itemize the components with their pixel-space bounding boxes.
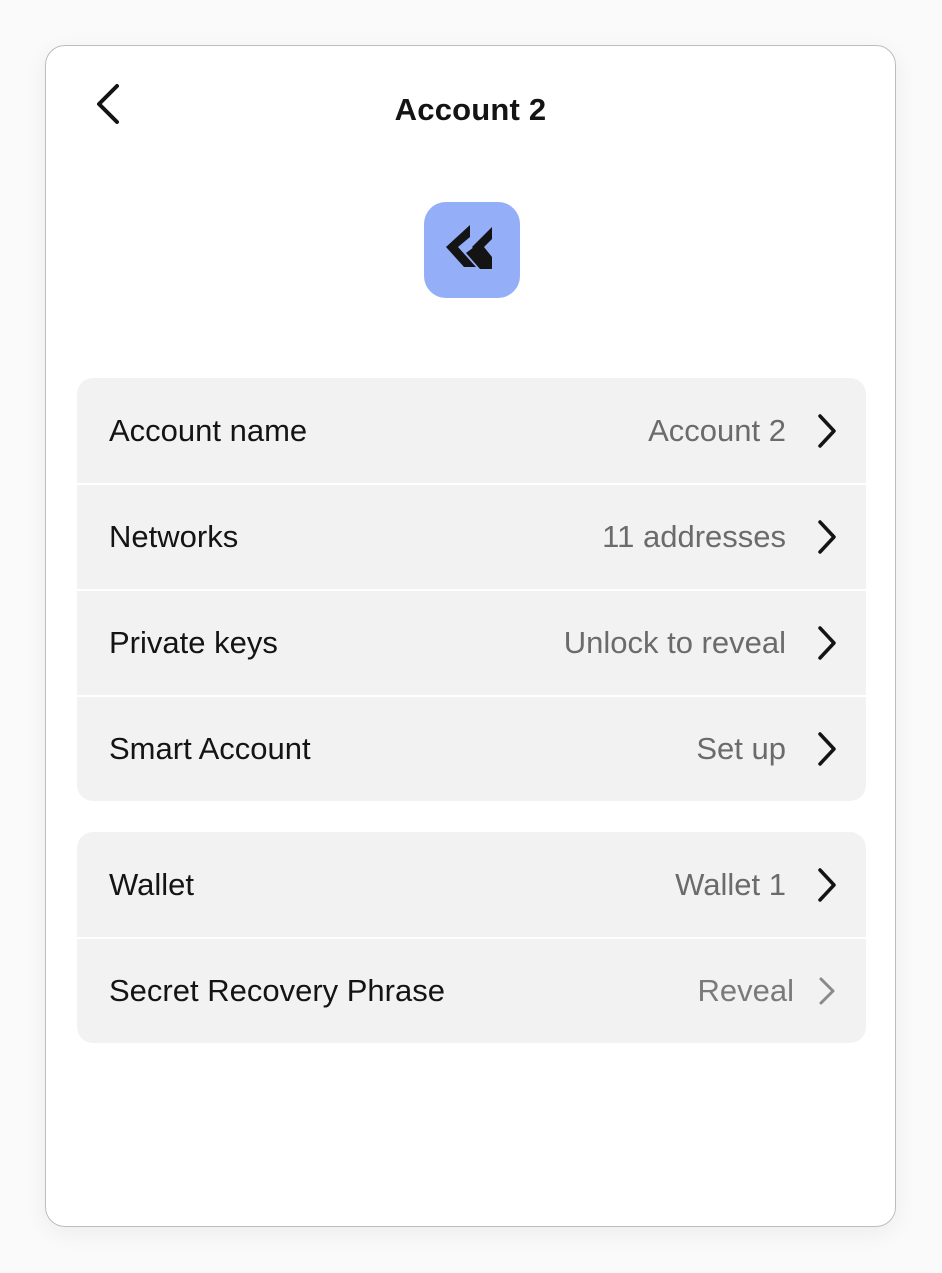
row-value: Unlock to reveal	[563, 625, 786, 660]
page-title: Account 2	[394, 92, 547, 127]
account-details-panel: Account 2 Account name Account 2 Network…	[45, 45, 896, 1227]
chevron-right-icon	[814, 865, 840, 905]
row-value: Account 2	[648, 412, 786, 448]
chevron-right-icon	[814, 623, 840, 663]
chevron-right-icon	[814, 517, 840, 557]
double-arrow-logo-icon	[444, 223, 500, 278]
chevron-right-icon	[814, 971, 840, 1011]
row-value: Set up	[696, 731, 786, 766]
header: Account 2	[46, 46, 895, 176]
row-label: Smart Account	[109, 731, 311, 766]
smart-account-row[interactable]: Smart Account Set up	[77, 695, 866, 801]
row-label: Account name	[109, 412, 308, 448]
secret-recovery-phrase-row[interactable]: Secret Recovery Phrase Reveal	[77, 937, 866, 1043]
chevron-right-icon	[814, 411, 840, 451]
row-value: Wallet 1	[675, 866, 786, 902]
wallet-row[interactable]: Wallet Wallet 1	[77, 832, 866, 937]
row-value: 11 addresses	[602, 519, 786, 554]
account-name-row[interactable]: Account name Account 2	[77, 378, 866, 483]
account-settings-group: Account name Account 2 Networks 11 addre…	[77, 378, 866, 801]
private-keys-row[interactable]: Private keys Unlock to reveal	[77, 589, 866, 695]
row-label: Secret Recovery Phrase	[109, 973, 445, 1008]
row-label: Private keys	[109, 625, 278, 660]
wallet-settings-group: Wallet Wallet 1 Secret Recovery Phrase R…	[77, 832, 866, 1043]
row-label: Networks	[109, 519, 239, 554]
row-label: Wallet	[109, 866, 194, 902]
account-avatar	[424, 202, 520, 298]
chevron-right-icon	[814, 729, 840, 769]
row-value: Reveal	[697, 973, 795, 1008]
networks-row[interactable]: Networks 11 addresses	[77, 483, 866, 589]
